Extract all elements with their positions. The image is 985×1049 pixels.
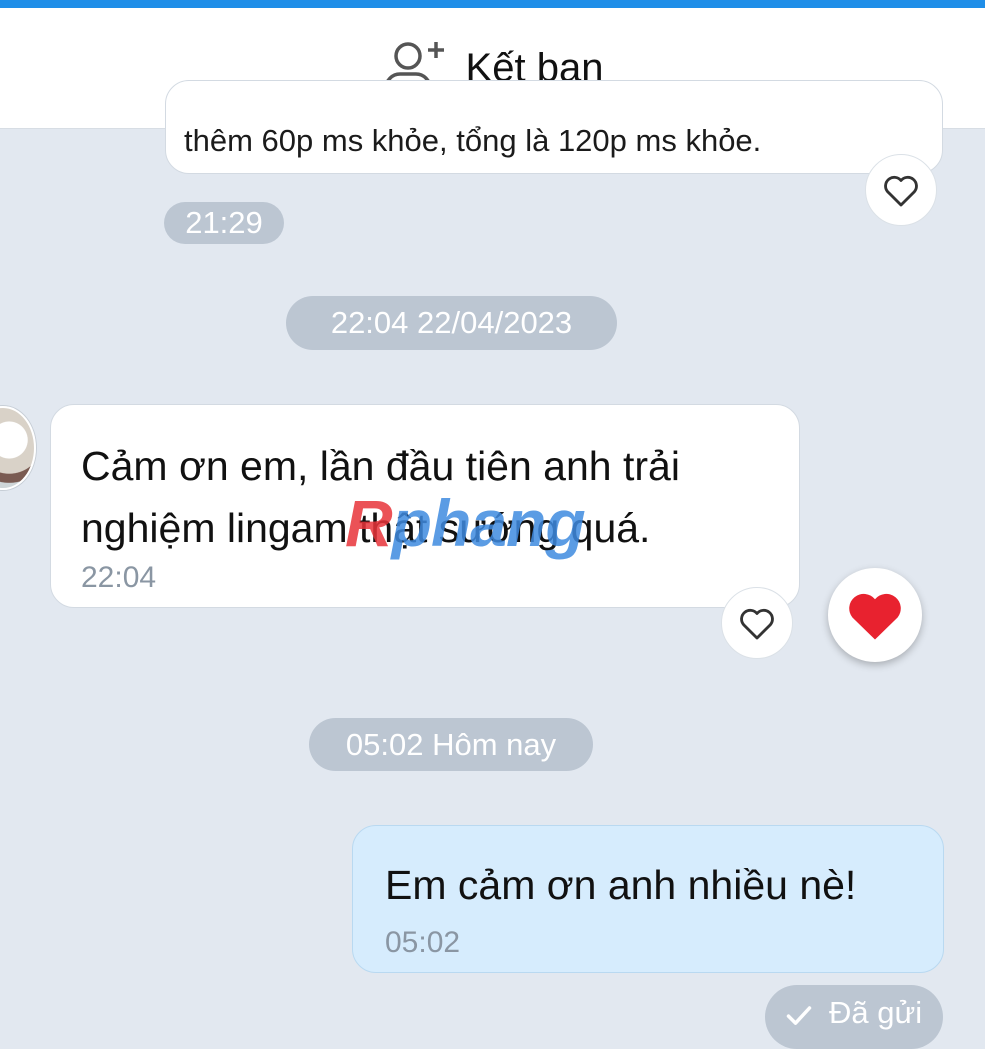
heart-outline-icon	[884, 175, 918, 207]
sent-message-text: Em cảm ơn anh nhiều nè!	[385, 862, 857, 908]
date-separator: 05:02 Hôm nay	[309, 718, 593, 771]
react-button[interactable]	[865, 154, 937, 226]
heart-outline-icon	[740, 608, 774, 640]
previous-message-bubble[interactable]: thêm 60p ms khỏe, tổng là 120p ms khỏe.	[165, 80, 943, 174]
date-separator: 22:04 22/04/2023	[286, 296, 617, 350]
received-message-time: 22:04	[81, 561, 157, 594]
react-button[interactable]	[721, 587, 793, 659]
check-icon	[786, 1006, 812, 1025]
message-time-pill: 21:29	[164, 202, 284, 244]
sent-message-time: 05:02	[385, 926, 461, 959]
heart-reaction-button[interactable]	[828, 568, 922, 662]
top-accent-strip	[0, 0, 985, 8]
previous-message-text: thêm 60p ms khỏe, tổng là 120p ms khỏe.	[184, 123, 762, 158]
status-label: Đã gửi	[829, 995, 923, 1030]
status-badge: Đã gửi	[765, 985, 943, 1049]
avatar[interactable]	[0, 406, 36, 490]
heart-icon	[849, 593, 901, 640]
watermark-logo: Rphang	[345, 486, 586, 560]
sent-message-bubble[interactable]: Em cảm ơn anh nhiều nè! 05:02	[352, 825, 944, 973]
